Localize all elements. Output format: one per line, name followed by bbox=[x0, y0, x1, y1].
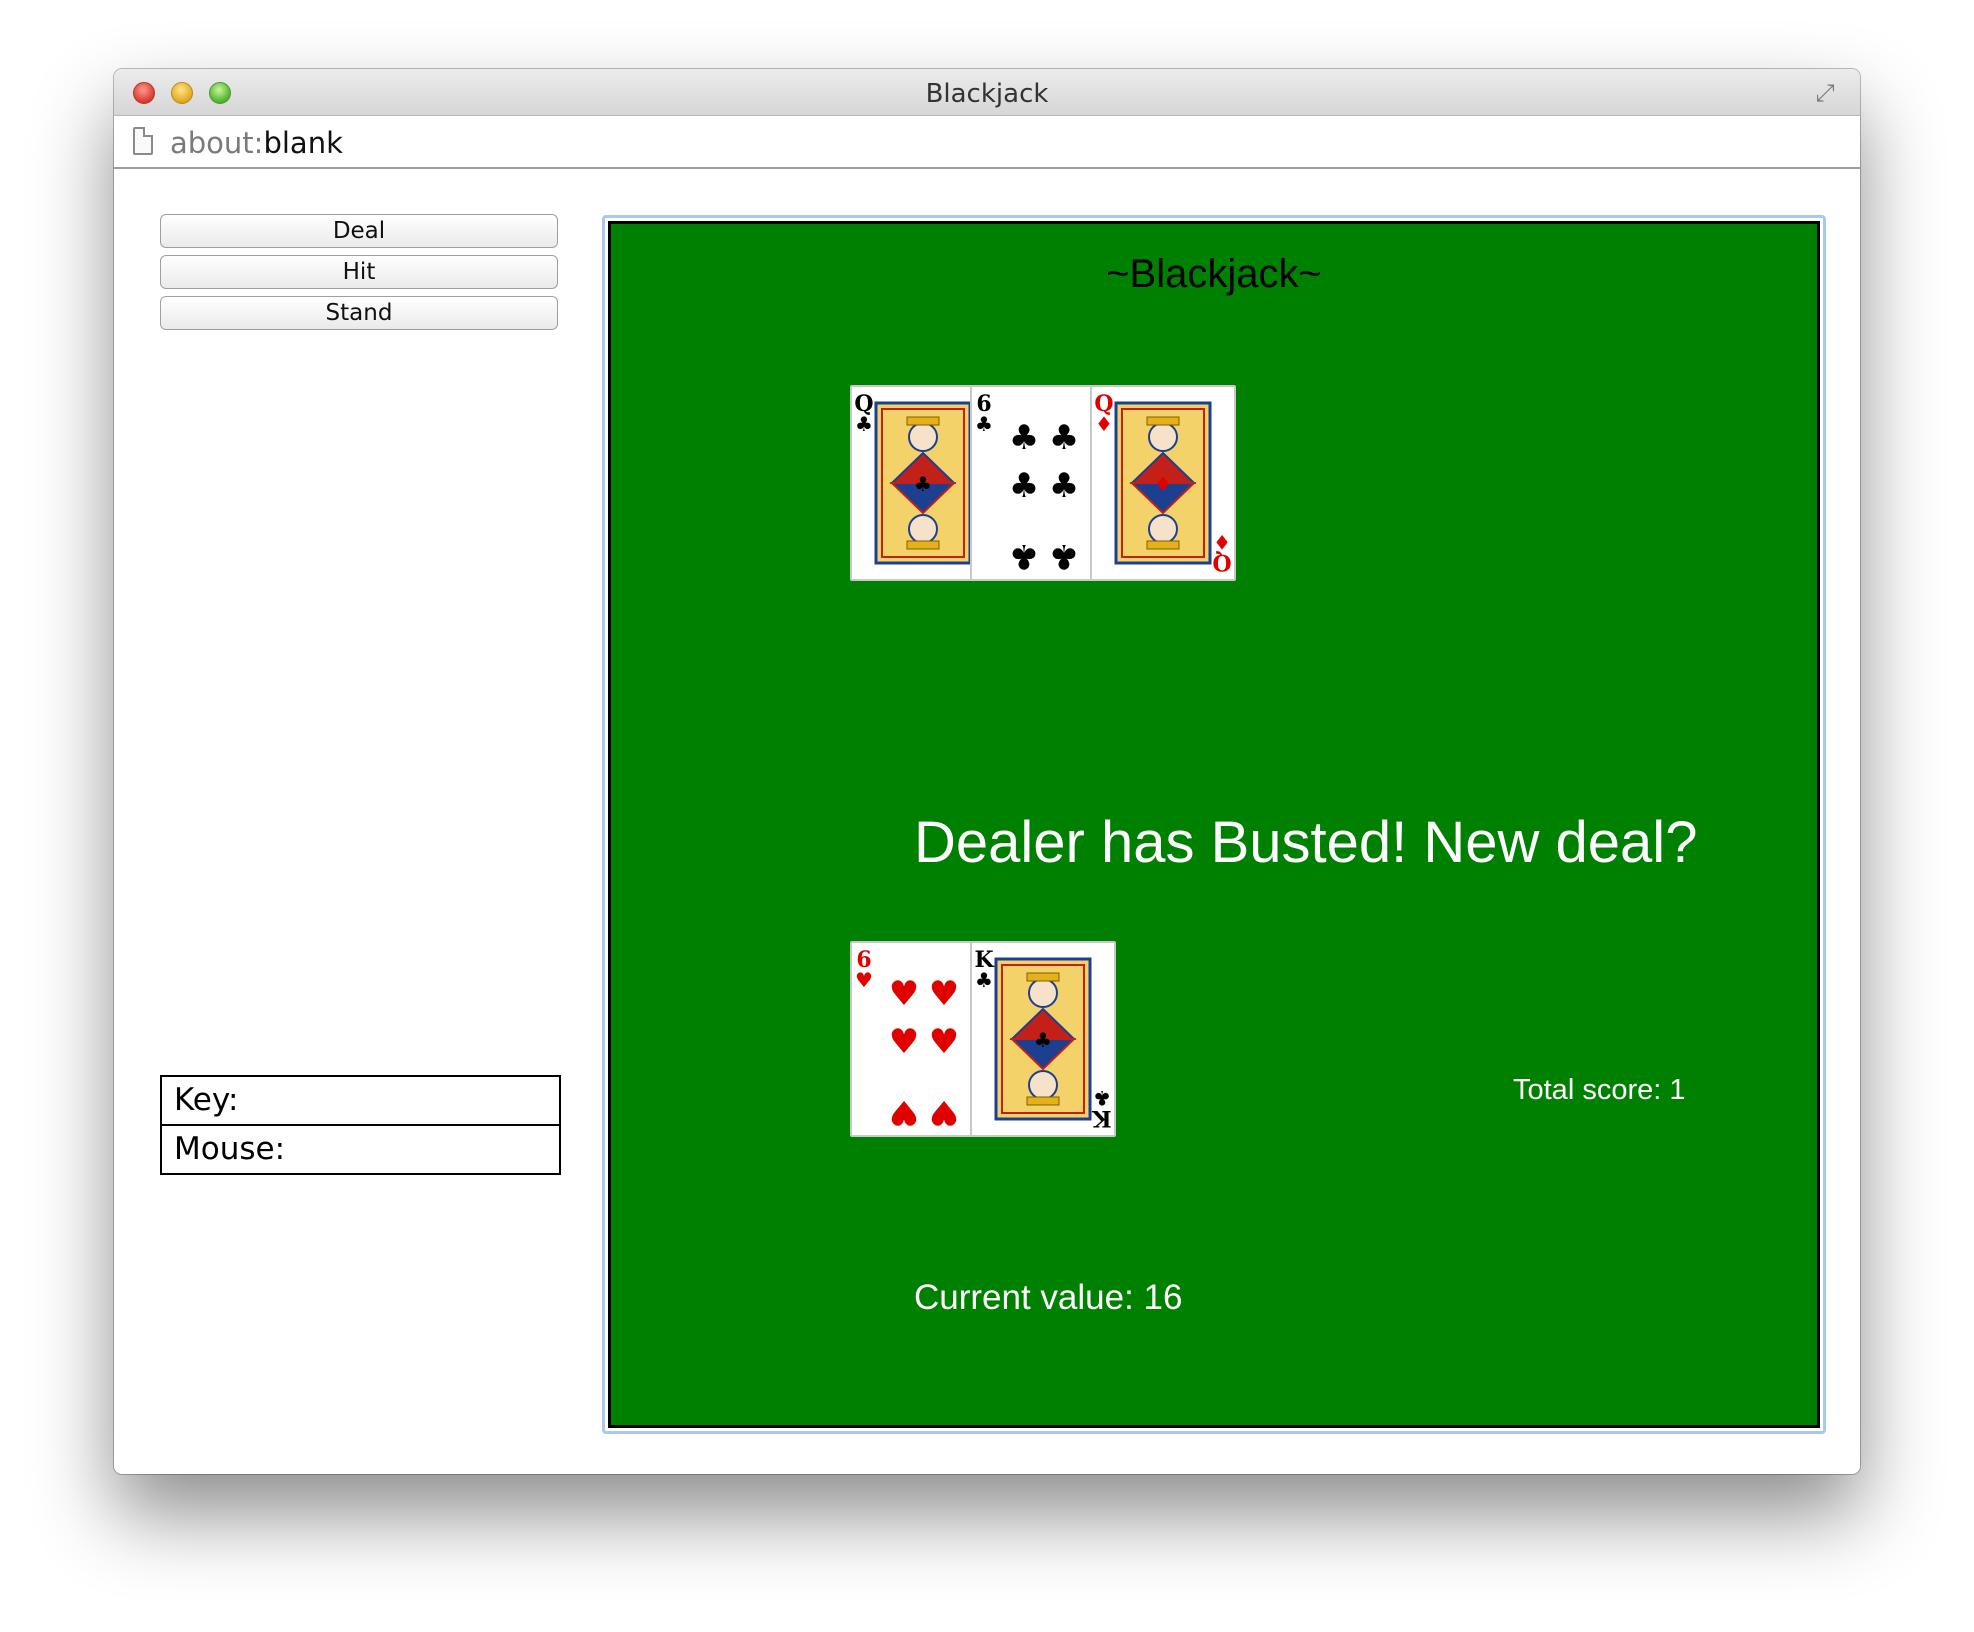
svg-text:♥: ♥ bbox=[929, 1022, 959, 1062]
url-scheme: about: bbox=[170, 126, 264, 160]
dealer-card-3: Q ♦ Q ♦ ♦ bbox=[1090, 385, 1236, 581]
svg-text:♦: ♦ bbox=[1213, 530, 1231, 554]
svg-text:♥: ♥ bbox=[889, 1092, 919, 1132]
deal-button[interactable]: Deal bbox=[160, 214, 558, 248]
svg-text:♥: ♥ bbox=[889, 974, 919, 1014]
svg-text:♥: ♥ bbox=[889, 1022, 919, 1062]
fullscreen-icon[interactable]: ⤢ bbox=[1812, 81, 1838, 107]
hit-button[interactable]: Hit bbox=[160, 255, 558, 289]
game-canvas[interactable]: ~Blackjack~ Dealer has Busted! New deal?… bbox=[608, 221, 1820, 1428]
svg-text:♣: ♣ bbox=[855, 412, 873, 436]
address-bar[interactable]: about:blank bbox=[114, 115, 1860, 169]
svg-text:♣: ♣ bbox=[1049, 536, 1079, 576]
window-title: Blackjack bbox=[925, 79, 1049, 109]
svg-text:♥: ♥ bbox=[929, 1092, 959, 1132]
current-value: Current value: 16 bbox=[914, 1278, 1183, 1317]
svg-text:♣: ♣ bbox=[1049, 466, 1079, 506]
svg-text:♣: ♣ bbox=[914, 472, 932, 496]
svg-text:♣: ♣ bbox=[1009, 418, 1039, 458]
url-text[interactable]: about:blank bbox=[170, 126, 343, 160]
svg-text:♣: ♣ bbox=[1009, 466, 1039, 506]
game-message: Dealer has Busted! New deal? bbox=[914, 810, 1698, 875]
key-readout: Key: bbox=[160, 1075, 561, 1126]
svg-text:♣: ♣ bbox=[1009, 536, 1039, 576]
svg-text:♣: ♣ bbox=[1034, 1028, 1052, 1052]
total-score: Total score: 1 bbox=[1513, 1074, 1686, 1106]
svg-text:♥: ♥ bbox=[855, 968, 873, 992]
svg-text:♣: ♣ bbox=[1093, 1086, 1111, 1110]
svg-text:♣: ♣ bbox=[975, 968, 993, 992]
svg-text:♣: ♣ bbox=[1049, 418, 1079, 458]
page-icon bbox=[133, 127, 153, 155]
game-title: ~Blackjack~ bbox=[1106, 252, 1322, 296]
svg-text:♦: ♦ bbox=[1095, 412, 1113, 436]
svg-text:♣: ♣ bbox=[975, 412, 993, 436]
svg-text:♦: ♦ bbox=[1154, 472, 1172, 496]
url-page: blank bbox=[263, 126, 343, 160]
player-card-2: K ♣ K ♣ ♣ bbox=[970, 941, 1116, 1137]
svg-text:♥: ♥ bbox=[929, 974, 959, 1014]
stand-button[interactable]: Stand bbox=[160, 296, 558, 330]
title-bar: Blackjack ⤢ bbox=[114, 69, 1860, 115]
mouse-readout: Mouse: bbox=[160, 1124, 561, 1175]
